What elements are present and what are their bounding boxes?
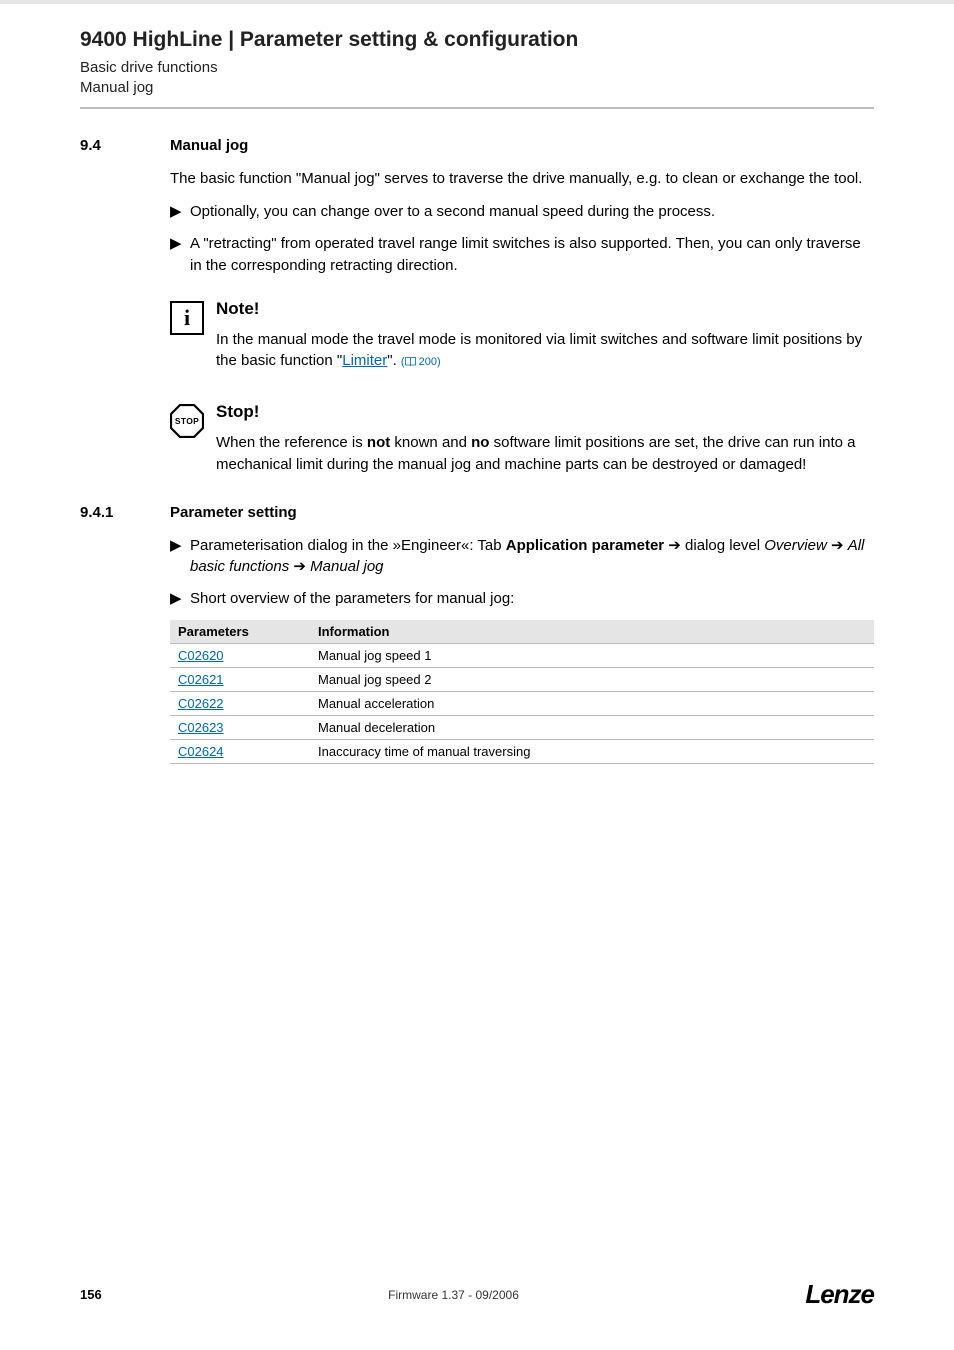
stop-text: When the reference is not known and no s… (216, 432, 874, 476)
note-text-pre: In the manual mode the travel mode is mo… (216, 331, 862, 370)
book-icon (405, 357, 416, 366)
page-ref-number: 200 (419, 356, 437, 368)
intro-paragraph: The basic function "Manual jog" serves t… (170, 168, 874, 190)
parameters-table: Parameters Information C02620 Manual jog… (170, 620, 874, 764)
param-link[interactable]: C02624 (178, 744, 224, 759)
triangle-bullet-icon: ▶ (170, 588, 190, 610)
bullet-item: ▶ Optionally, you can change over to a s… (170, 201, 874, 223)
info-icon: i (170, 301, 204, 335)
table-row: C02620 Manual jog speed 1 (170, 643, 874, 667)
note-callout: i Note! In the manual mode the travel mo… (170, 299, 874, 373)
page-footer: 156 Firmware 1.37 - 09/2006 Lenze (80, 1279, 874, 1310)
table-row: C02622 Manual acceleration (170, 691, 874, 715)
section-number: 9.4 (80, 137, 170, 154)
table-header-parameters: Parameters (170, 620, 310, 644)
arrow-sep: ➔ (827, 537, 848, 554)
page-header: 9400 HighLine | Parameter setting & conf… (80, 0, 874, 109)
param-info: Inaccuracy time of manual traversing (310, 739, 874, 763)
table-row: C02623 Manual deceleration (170, 715, 874, 739)
bullet-text: Short overview of the parameters for man… (190, 588, 874, 610)
bullet-text: A "retracting" from operated travel rang… (190, 233, 874, 277)
limiter-link[interactable]: Limiter (342, 352, 387, 369)
bullet-text: Parameterisation dialog in the »Engineer… (190, 535, 874, 579)
param-info: Manual jog speed 1 (310, 643, 874, 667)
header-title: 9400 HighLine | Parameter setting & conf… (80, 28, 874, 52)
stop-pre: When the reference is (216, 434, 367, 451)
arrow-sep: ➔ (289, 558, 310, 575)
triangle-bullet-icon: ▶ (170, 201, 190, 223)
note-text-post: ". (387, 352, 397, 369)
lenze-logo: Lenze (805, 1279, 874, 1310)
param-info: Manual deceleration (310, 715, 874, 739)
bullet-text: Optionally, you can change over to a sec… (190, 201, 874, 223)
firmware-version: Firmware 1.37 - 09/2006 (388, 1288, 519, 1302)
param-info: Manual jog speed 2 (310, 667, 874, 691)
stop-icon: STOP (170, 404, 204, 438)
section-9-4-1-heading: 9.4.1 Parameter setting (80, 504, 874, 521)
stop-title: Stop! (216, 402, 874, 422)
bullet-item: ▶ Short overview of the parameters for m… (170, 588, 874, 610)
note-title: Note! (216, 299, 874, 319)
bullet-item: ▶ A "retracting" from operated travel ra… (170, 233, 874, 277)
section-number: 9.4.1 (80, 504, 170, 521)
stop-bold-1: not (367, 434, 390, 451)
triangle-bullet-icon: ▶ (170, 233, 190, 277)
param-dialog-i1: Overview (764, 537, 827, 554)
param-dialog-i3: Manual jog (310, 558, 383, 575)
page-number: 156 (80, 1287, 102, 1302)
bullet-item: ▶ Parameterisation dialog in the »Engine… (170, 535, 874, 579)
header-sub-2: Manual jog (80, 78, 874, 98)
arrow-sep: ➔ (664, 537, 685, 554)
param-dialog-bold: Application parameter (506, 537, 664, 554)
stop-callout: STOP Stop! When the reference is not kno… (170, 402, 874, 476)
section-title: Parameter setting (170, 504, 297, 521)
section-title: Manual jog (170, 137, 248, 154)
param-link[interactable]: C02621 (178, 672, 224, 687)
stop-bold-2: no (471, 434, 489, 451)
param-info: Manual acceleration (310, 691, 874, 715)
header-sub-1: Basic drive functions (80, 58, 874, 78)
param-link[interactable]: C02620 (178, 648, 224, 663)
param-dialog-mid: dialog level (685, 537, 764, 554)
triangle-bullet-icon: ▶ (170, 535, 190, 579)
section-9-4-heading: 9.4 Manual jog (80, 137, 874, 154)
stop-mid-1: known and (390, 434, 471, 451)
param-link[interactable]: C02622 (178, 696, 224, 711)
table-row: C02621 Manual jog speed 2 (170, 667, 874, 691)
param-dialog-pre: Parameterisation dialog in the »Engineer… (190, 537, 506, 554)
param-link[interactable]: C02623 (178, 720, 224, 735)
page-reference[interactable]: ( 200) (401, 356, 441, 368)
note-text: In the manual mode the travel mode is mo… (216, 329, 874, 373)
table-row: C02624 Inaccuracy time of manual travers… (170, 739, 874, 763)
table-header-information: Information (310, 620, 874, 644)
